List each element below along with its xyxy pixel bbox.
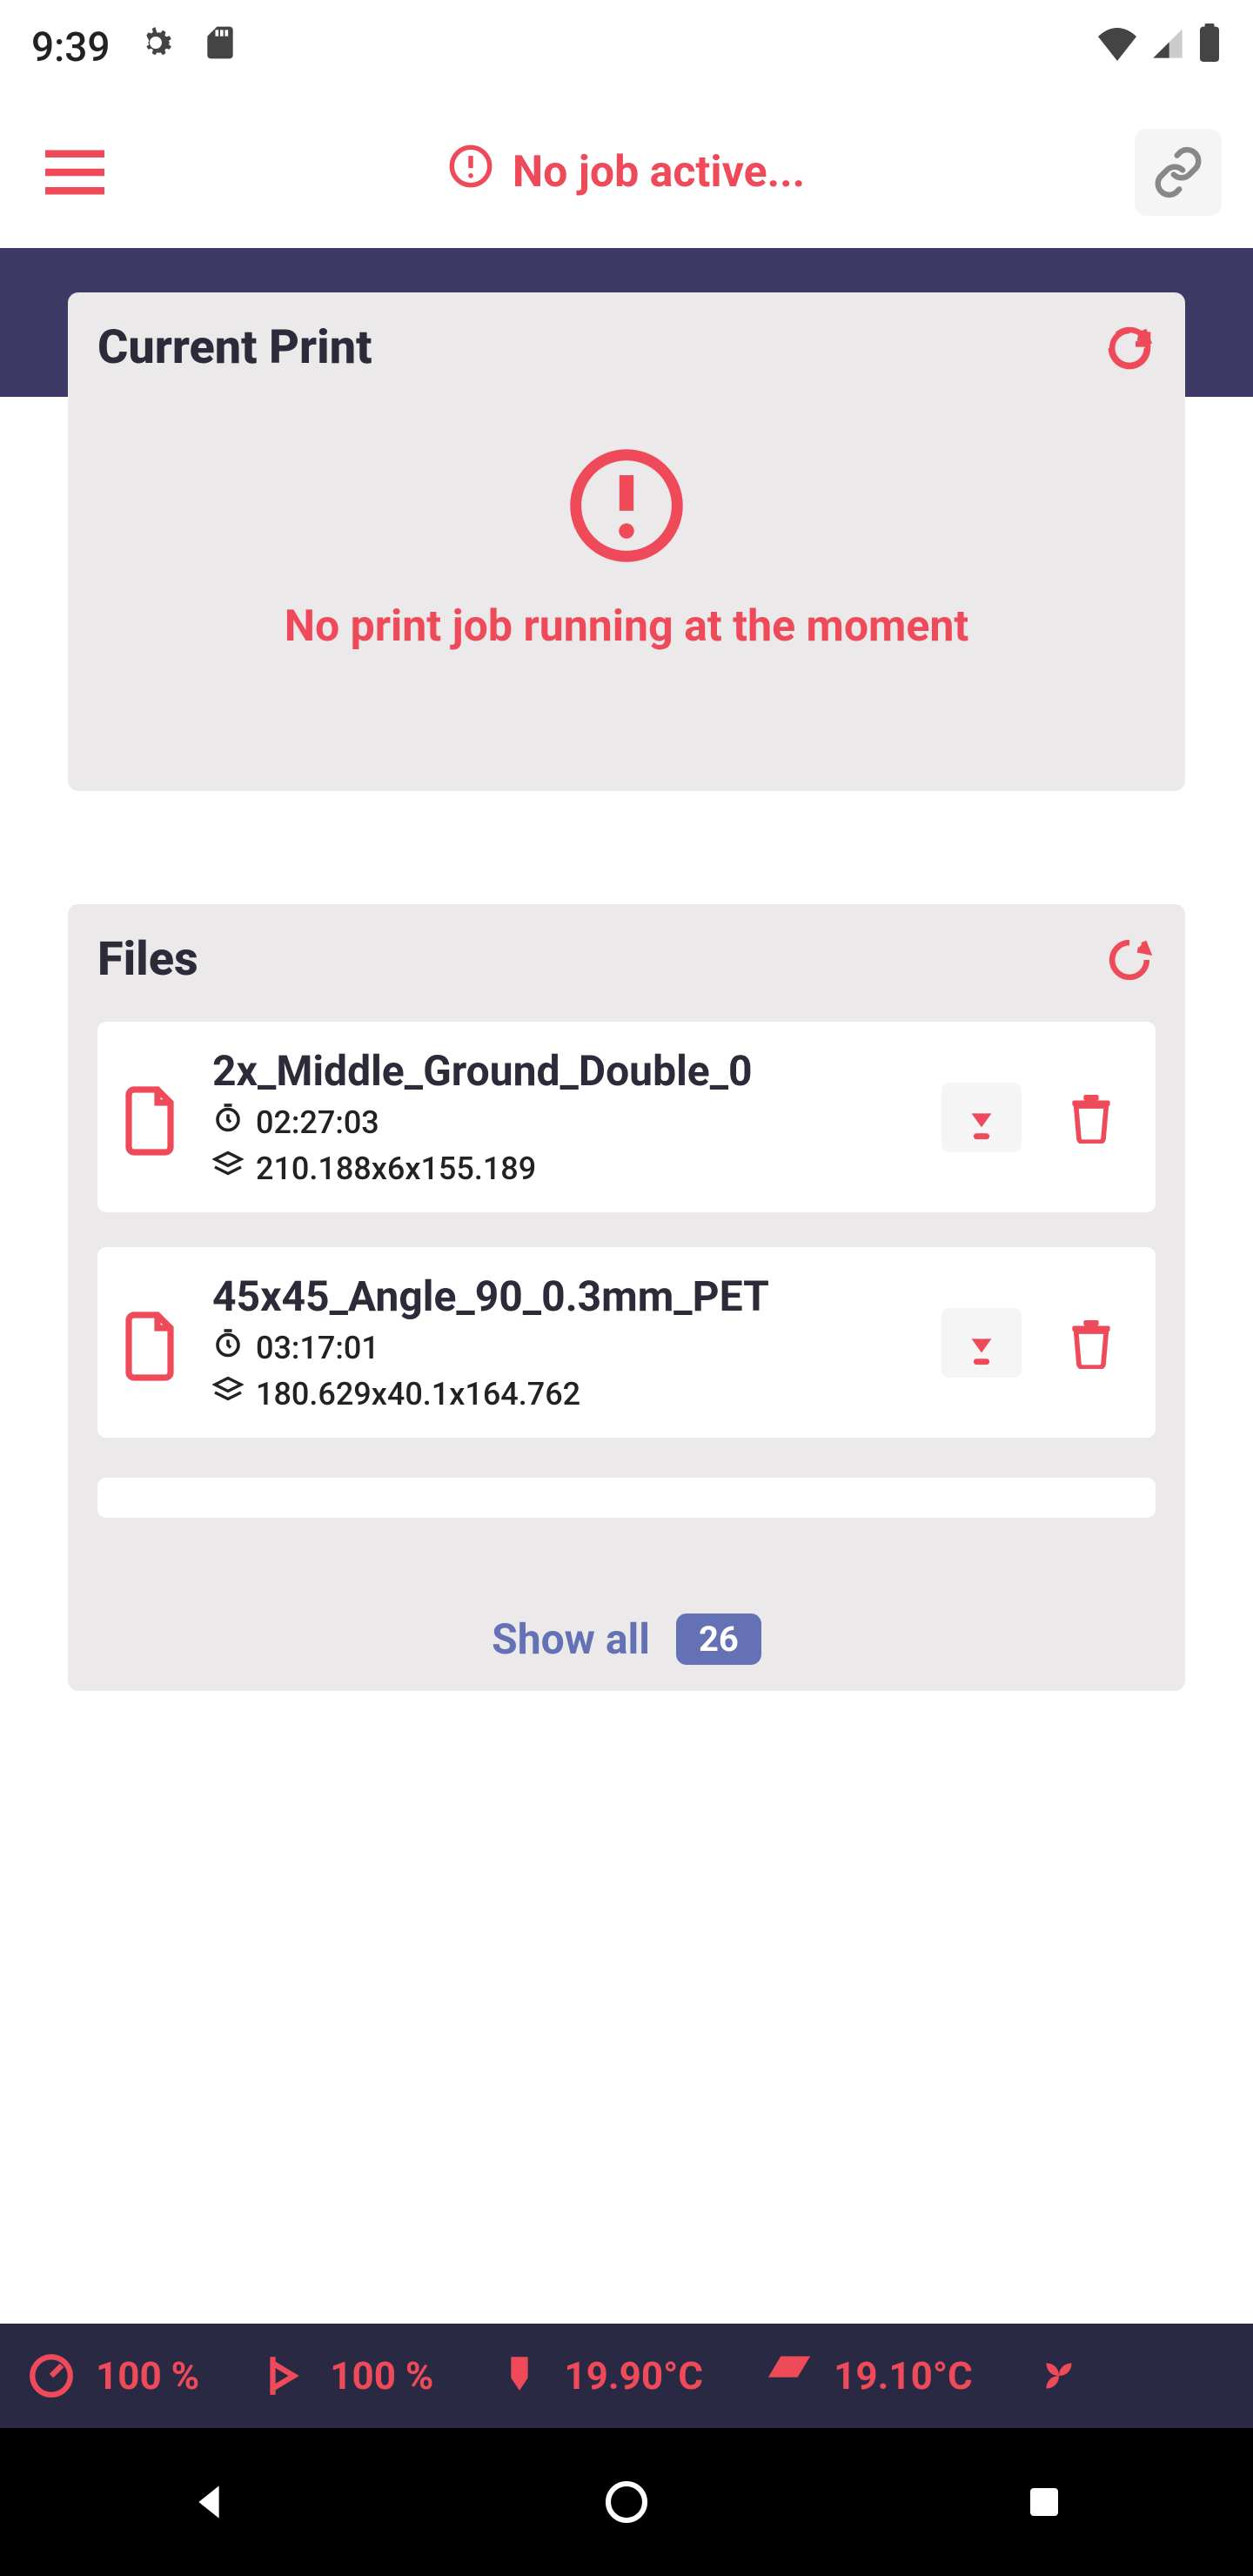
wifi-icon	[1096, 24, 1138, 71]
status-time: 9:39	[31, 24, 111, 71]
files-title: Files	[97, 932, 198, 987]
nav-home-button[interactable]	[574, 2450, 679, 2554]
android-status-bar: 9:39	[0, 0, 1253, 96]
app-bar: No job active...	[0, 96, 1253, 248]
sd-card-icon	[201, 23, 239, 72]
stat-temp-bed-value: 19.10°C	[834, 2353, 973, 2398]
timer-icon	[212, 1103, 244, 1142]
stat-temp-hotend-value: 19.90°C	[564, 2353, 703, 2398]
current-print-card: Current Print No print job running at th…	[68, 292, 1185, 791]
app-bar-title-text: No job active...	[513, 147, 805, 198]
delete-file-button[interactable]	[1056, 1308, 1126, 1378]
timer-icon	[212, 1328, 244, 1367]
stat-more[interactable]	[1034, 2351, 1084, 2401]
no-job-message: No print job running at the moment	[285, 601, 969, 652]
current-print-title: Current Print	[97, 320, 372, 375]
nav-recent-button[interactable]	[992, 2450, 1096, 2554]
app-bar-title: No job active...	[136, 144, 1117, 200]
signal-icon	[1150, 24, 1185, 71]
speedometer-icon	[26, 2351, 77, 2401]
file-time: 02:27:03	[256, 1104, 379, 1141]
file-row[interactable]	[97, 1478, 1156, 1518]
file-row[interactable]: 45x45_Angle_90_0.3mm_PET 03:17:01 180.62…	[97, 1247, 1156, 1438]
nav-back-button[interactable]	[157, 2450, 261, 2554]
gear-icon	[135, 22, 177, 74]
stat-temp-hotend[interactable]: 19.90°C	[494, 2351, 703, 2401]
stat-speed[interactable]: 100 %	[26, 2351, 199, 2401]
files-card: Files 2x_Middle_Ground_Double_0 02:27:03	[68, 904, 1185, 1691]
menu-button[interactable]	[31, 129, 118, 216]
download-file-button[interactable]	[941, 1083, 1022, 1152]
file-row[interactable]: 2x_Middle_Ground_Double_0 02:27:03 210.1…	[97, 1022, 1156, 1212]
file-icon	[118, 1308, 188, 1378]
refresh-files-button[interactable]	[1103, 934, 1156, 986]
stat-feedrate-value: 100 %	[330, 2353, 433, 2398]
battery-icon	[1197, 23, 1222, 72]
nozzle-icon	[260, 2351, 311, 2401]
alert-circle-icon	[566, 445, 687, 567]
show-all-button[interactable]: Show all 26	[97, 1613, 1156, 1674]
android-nav-bar	[0, 2428, 1253, 2576]
download-file-button[interactable]	[941, 1308, 1022, 1378]
file-dims: 210.188x6x155.189	[256, 1150, 536, 1187]
file-name: 2x_Middle_Ground_Double_0	[212, 1046, 924, 1096]
files-count-badge: 26	[676, 1613, 761, 1665]
fan-icon	[1034, 2351, 1084, 2401]
file-icon	[118, 1083, 188, 1152]
stat-temp-bed[interactable]: 19.10°C	[764, 2351, 973, 2401]
link-button[interactable]	[1135, 129, 1222, 216]
alert-circle-icon	[448, 144, 493, 200]
layers-icon	[212, 1374, 244, 1413]
bed-icon	[764, 2351, 814, 2401]
file-time: 03:17:01	[256, 1330, 379, 1366]
file-name: 45x45_Angle_90_0.3mm_PET	[212, 1271, 924, 1321]
delete-file-button[interactable]	[1056, 1083, 1126, 1152]
refresh-current-print-button[interactable]	[1103, 322, 1156, 374]
layers-icon	[212, 1149, 244, 1188]
file-dims: 180.629x40.1x164.762	[256, 1376, 580, 1412]
hotend-icon	[494, 2351, 545, 2401]
printer-status-strip: 100 % 100 % 19.90°C 19.10°C	[0, 2324, 1253, 2428]
stat-feedrate[interactable]: 100 %	[260, 2351, 433, 2401]
show-all-label: Show all	[492, 1614, 650, 1664]
stat-speed-value: 100 %	[96, 2353, 199, 2398]
